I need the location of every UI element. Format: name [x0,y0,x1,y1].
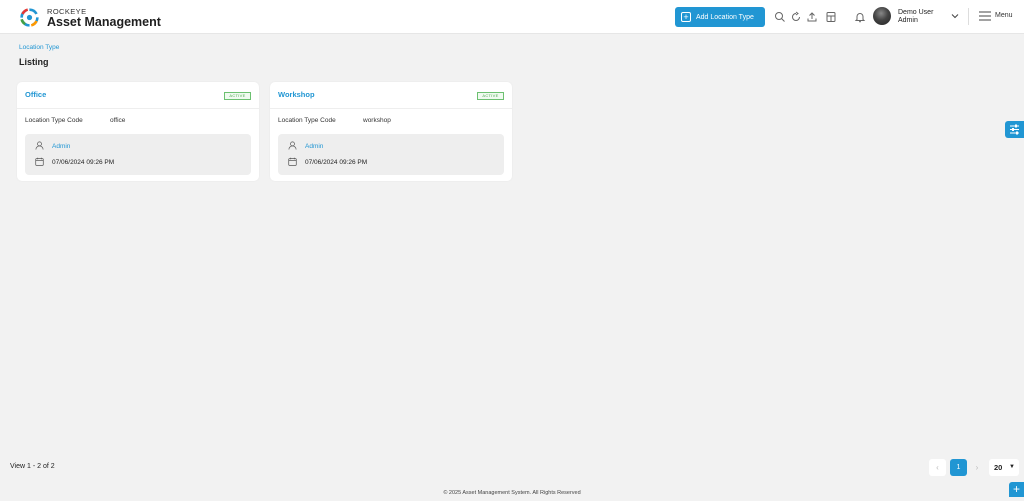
breadcrumb[interactable]: Location Type [19,44,59,51]
created-by-link[interactable]: Admin [52,143,70,150]
notification-bell-icon[interactable] [854,11,866,23]
logo-icon [20,8,39,27]
card-divider [17,108,259,109]
search-icon[interactable] [774,11,786,23]
status-badge: ACTIVE [224,92,251,100]
card-divider [270,108,512,109]
export-icon[interactable] [825,11,837,23]
created-date: 07/06/2024 09:26 PM [305,159,368,166]
status-badge: ACTIVE [477,92,504,100]
page-button[interactable]: 1 [950,459,967,476]
menu-label[interactable]: Menu [995,12,1013,19]
location-type-card: Workshop ACTIVE Location Type Code works… [270,82,512,181]
chevron-down-icon[interactable] [950,11,960,21]
page-title: Listing [19,57,49,67]
page-size-value: 20 [994,463,1003,472]
footer-copyright: © 2025 Asset Management System. All Righ… [443,490,581,496]
brand-title: Asset Management [47,15,161,29]
add-location-type-label: Add Location Type [696,13,754,21]
top-header: ROCKEYE Asset Management + Add Location … [0,0,1024,34]
record-count: View 1 - 2 of 2 [10,463,55,470]
code-value: workshop [363,117,391,124]
user-icon [288,141,297,150]
card-title[interactable]: Office [25,90,46,99]
location-type-card: Office ACTIVE Location Type Code office … [17,82,259,181]
hamburger-menu-icon[interactable] [979,11,991,21]
user-role: Admin [898,17,918,24]
upload-icon[interactable] [806,11,818,23]
filter-panel-toggle[interactable] [1005,121,1024,138]
user-icon [35,141,44,150]
plus-icon: + [681,12,691,22]
sliders-icon [1010,124,1019,135]
header-divider [968,8,969,25]
refresh-icon[interactable] [790,11,802,23]
chevron-down-icon: ▼ [1009,464,1015,470]
code-label: Location Type Code [25,117,83,124]
card-info-box: Admin 07/06/2024 09:26 PM [25,134,251,175]
card-info-box: Admin 07/06/2024 09:26 PM [278,134,504,175]
next-page-button[interactable]: › [971,459,983,476]
page-size-select[interactable]: 20 ▼ [989,459,1019,476]
floating-add-button[interactable]: + [1009,482,1024,497]
calendar-icon [288,157,297,166]
code-value: office [110,117,126,124]
calendar-icon [35,157,44,166]
created-date: 07/06/2024 09:26 PM [52,159,115,166]
add-location-type-button[interactable]: + Add Location Type [675,7,765,27]
previous-page-button[interactable]: ‹ [929,459,946,476]
card-title[interactable]: Workshop [278,90,315,99]
user-name: Demo User [898,9,934,16]
code-label: Location Type Code [278,117,336,124]
created-by-link[interactable]: Admin [305,143,323,150]
avatar[interactable] [873,7,891,25]
